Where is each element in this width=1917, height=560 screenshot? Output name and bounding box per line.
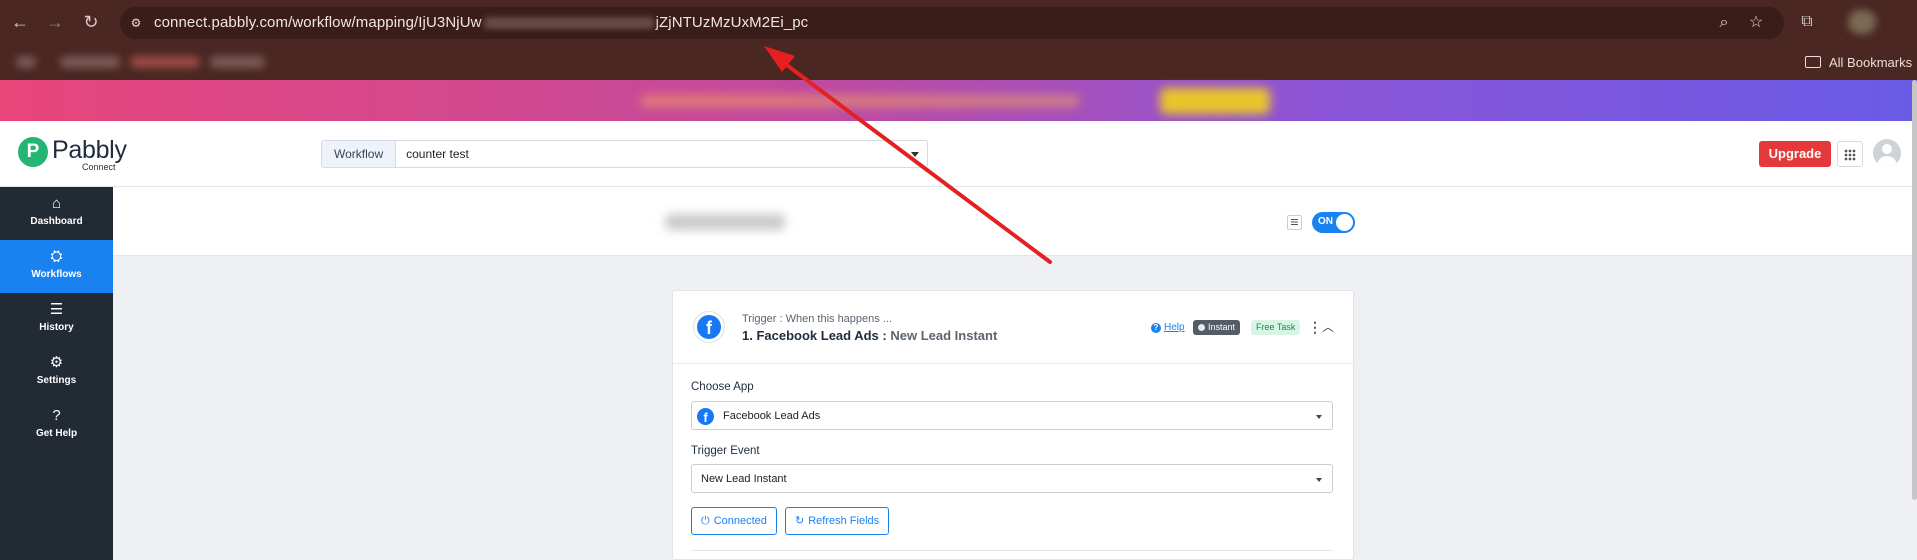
sidebar-item-dashboard[interactable]: ⌂ Dashboard	[0, 187, 113, 240]
workflow-label: Workflow	[321, 140, 396, 168]
sidebar-item-label: Workflows	[31, 269, 82, 280]
all-bookmarks-label: All Bookmarks	[1829, 54, 1913, 70]
bookmark-item[interactable]	[16, 56, 36, 68]
gear-icon: ⚙	[49, 354, 64, 371]
page-scrollbar[interactable]	[1912, 80, 1917, 500]
refresh-icon: ↻	[795, 515, 805, 527]
address-bar[interactable]: ⚙ connect.pabbly.com/workflow/mapping/Ij…	[120, 7, 1784, 39]
promo-text-redacted	[640, 95, 1080, 107]
zoom-icon[interactable]: ⌕	[1714, 13, 1734, 33]
notes-icon[interactable]	[1287, 215, 1302, 230]
all-bookmarks-button[interactable]: All Bookmarks	[1805, 52, 1912, 72]
promo-banner	[0, 80, 1917, 121]
bookmark-star-icon[interactable]: ☆	[1746, 13, 1766, 33]
connected-label: Connected	[713, 515, 767, 527]
trigger-app-title: 1. Facebook Lead Ads :	[742, 328, 887, 343]
help-icon: ?	[52, 407, 61, 424]
sidebar-item-label: Dashboard	[30, 216, 83, 227]
facebook-logo-icon: f	[697, 408, 714, 425]
instant-badge: Instant	[1193, 320, 1241, 335]
extensions-icon[interactable]: ⧉	[1795, 10, 1819, 34]
facebook-logo-icon: f	[693, 311, 725, 343]
refresh-fields-button[interactable]: ↻ Refresh Fields	[785, 507, 890, 535]
reload-icon[interactable]: ↻	[79, 10, 103, 34]
trigger-step-label: Trigger : When this happens ...	[742, 313, 892, 325]
workflow-name-select[interactable]: counter test	[395, 140, 929, 168]
sidebar-item-label: Get Help	[35, 428, 78, 439]
choose-app-label: Choose App	[691, 381, 754, 393]
sidebar-item-get-help[interactable]: ? Get Help	[0, 399, 113, 452]
help-label: Help	[1164, 322, 1185, 333]
home-icon: ⌂	[51, 195, 62, 212]
browser-toolbar: ← → ↻ ⚙ connect.pabbly.com/workflow/mapp…	[0, 0, 1917, 44]
trigger-event-title: New Lead Instant	[890, 328, 998, 343]
promo-button-redacted[interactable]	[1160, 88, 1270, 114]
sidebar: ⌂ Dashboard ⛭ Workflows ☰ History ⚙ Sett…	[0, 187, 113, 560]
url-start: connect.pabbly.com/workflow/mapping/IjU3…	[154, 14, 482, 31]
card-divider	[691, 550, 1333, 551]
chevron-down-icon	[1316, 478, 1322, 482]
help-circle-icon: ?	[1151, 322, 1161, 333]
sidebar-item-label: Settings	[36, 375, 77, 386]
workflow-name-value: counter test	[406, 147, 469, 161]
forward-arrow-icon[interactable]: →	[43, 10, 67, 34]
toggle-knob	[1336, 214, 1353, 231]
upgrade-button[interactable]: Upgrade	[1759, 141, 1831, 167]
plug-icon: ⏻	[701, 515, 710, 527]
bookmarks-bar: All Bookmarks	[0, 44, 1917, 80]
sidebar-item-workflows[interactable]: ⛭ Workflows	[0, 240, 113, 293]
logo-subtitle: Connect	[82, 162, 116, 172]
sidebar-item-history[interactable]: ☰ History	[0, 293, 113, 346]
more-options-icon[interactable]: ⋮	[1308, 319, 1322, 335]
url-text[interactable]: connect.pabbly.com/workflow/mapping/IjU3…	[154, 14, 808, 31]
back-arrow-icon[interactable]: ←	[8, 10, 32, 34]
trigger-card-header[interactable]: f Trigger : When this happens ... 1. Fac…	[673, 291, 1353, 364]
apps-grid-button[interactable]	[1837, 141, 1863, 167]
workflow-on-toggle[interactable]: ON	[1312, 212, 1355, 233]
logo-name: Pabbly	[52, 136, 127, 164]
sidebar-item-label: History	[39, 322, 74, 333]
help-link[interactable]: ? Help	[1151, 322, 1185, 333]
url-redacted	[483, 17, 654, 30]
pabbly-logo[interactable]: P Pabbly Connect	[18, 137, 127, 172]
profile-avatar[interactable]	[1848, 10, 1876, 34]
trigger-event-select[interactable]: New Lead Instant	[691, 464, 1333, 493]
app-header: P Pabbly Connect	[0, 121, 1912, 187]
chevron-down-icon	[1316, 415, 1322, 419]
refresh-fields-label: Refresh Fields	[808, 515, 880, 527]
instant-label: Instant	[1208, 322, 1236, 332]
chevron-up-icon[interactable]: ︿	[1321, 319, 1335, 335]
clock-icon	[1198, 324, 1205, 331]
grid-icon	[1844, 149, 1856, 161]
free-task-badge: Free Task	[1251, 320, 1301, 335]
trigger-event-value: New Lead Instant	[701, 473, 787, 485]
chevron-down-icon[interactable]	[911, 152, 920, 157]
sidebar-item-settings[interactable]: ⚙ Settings	[0, 346, 113, 399]
bookmark-item[interactable]	[130, 56, 200, 68]
workflow-icon: ⛭	[50, 248, 63, 265]
toggle-label: ON	[1318, 216, 1333, 227]
trigger-event-label: Trigger Event	[691, 445, 760, 457]
choose-app-select[interactable]: f Facebook Lead Ads	[691, 401, 1333, 430]
url-end: jZjNTUzMzUxM2Ei_pc	[655, 14, 809, 31]
folder-icon	[1805, 56, 1821, 68]
history-icon: ☰	[49, 301, 64, 318]
pabbly-logo-icon: P	[18, 137, 48, 167]
user-avatar[interactable]	[1873, 139, 1901, 167]
workflow-selector: Workflow counter test	[321, 140, 929, 168]
bookmark-item[interactable]	[60, 56, 120, 68]
site-settings-icon[interactable]: ⚙	[128, 15, 144, 31]
workflow-subheader	[113, 187, 1912, 256]
connected-button[interactable]: ⏻ Connected	[691, 507, 777, 535]
workflow-title-redacted	[665, 214, 785, 230]
choose-app-value: Facebook Lead Ads	[723, 410, 821, 422]
bookmark-item[interactable]	[210, 56, 265, 68]
trigger-title: 1. Facebook Lead Ads : New Lead Instant	[742, 328, 997, 343]
